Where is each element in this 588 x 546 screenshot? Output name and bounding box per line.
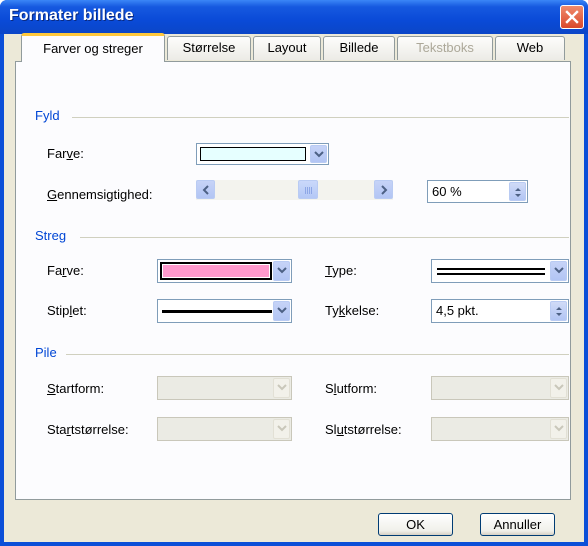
slider-thumb[interactable] xyxy=(298,180,318,199)
window-title: Formater billede xyxy=(9,7,134,24)
dropdown-button xyxy=(273,419,290,439)
chevron-down-icon xyxy=(554,384,564,391)
dropdown-button xyxy=(273,378,290,398)
arrows-section-title: Pile xyxy=(35,345,57,360)
line-color-dropdown[interactable] xyxy=(157,259,292,283)
chevron-down-icon xyxy=(314,151,324,158)
chevron-down-icon xyxy=(554,425,564,432)
dropdown-button[interactable] xyxy=(273,301,290,321)
weight-label: Tykkelse: xyxy=(325,303,380,318)
section-divider xyxy=(72,117,569,118)
chevron-down-icon xyxy=(277,267,287,274)
close-button[interactable] xyxy=(560,5,584,29)
fill-color-label: Farve: xyxy=(47,146,84,161)
dropdown-button[interactable] xyxy=(310,145,327,163)
begin-size-dropdown xyxy=(157,417,292,441)
tab-layout[interactable]: Layout xyxy=(253,36,321,60)
close-icon xyxy=(565,10,579,24)
chevron-down-icon xyxy=(277,384,287,391)
dropdown-button xyxy=(550,419,567,439)
dropdown-button xyxy=(550,378,567,398)
section-divider xyxy=(66,354,569,355)
fill-section-title: Fyld xyxy=(35,108,60,123)
chevron-down-icon xyxy=(554,267,564,274)
chevron-right-icon xyxy=(381,185,388,195)
begin-style-label: Startform: xyxy=(47,381,105,396)
end-size-dropdown xyxy=(431,417,569,441)
tab-label: Farver og streger xyxy=(43,41,143,56)
line-color-label: Farve: xyxy=(47,263,84,278)
title-bar[interactable]: Formater billede xyxy=(0,0,588,34)
dialog-window: Formater billede Farver og streger Størr… xyxy=(0,0,588,546)
transparency-input[interactable]: 60 % xyxy=(427,180,528,203)
tab-billede[interactable]: Billede xyxy=(323,36,395,60)
tab-storrelse[interactable]: Størrelse xyxy=(167,36,251,60)
section-divider xyxy=(80,237,569,238)
tab-label: Layout xyxy=(267,40,307,55)
weight-value: 4,5 pkt. xyxy=(436,303,479,318)
tab-tekstboks: Tekstboks xyxy=(397,36,493,60)
spinner-button[interactable] xyxy=(509,182,526,201)
scroll-right-button[interactable] xyxy=(374,180,393,199)
tab-label: Tekstboks xyxy=(416,40,474,55)
chevron-down-icon xyxy=(277,425,287,432)
end-size-label: Slutstørrelse: xyxy=(325,422,402,437)
tab-label: Størrelse xyxy=(182,40,236,55)
transparency-slider[interactable] xyxy=(196,180,393,200)
tab-label: Web xyxy=(516,40,544,55)
end-style-label: Slutform: xyxy=(325,381,378,396)
up-down-arrows-icon xyxy=(556,307,562,316)
ok-button[interactable]: OK xyxy=(378,513,453,536)
fill-color-swatch xyxy=(200,147,306,161)
dashed-dropdown[interactable] xyxy=(157,299,292,323)
line-section-title: Streg xyxy=(35,228,67,243)
dropdown-button[interactable] xyxy=(273,261,290,281)
scroll-left-button[interactable] xyxy=(196,180,215,199)
begin-style-dropdown xyxy=(157,376,292,400)
tab-web[interactable]: Web xyxy=(495,36,565,60)
line-type-preview xyxy=(437,268,545,275)
spinner-button[interactable] xyxy=(550,301,567,321)
cancel-button[interactable]: Annuller xyxy=(480,513,555,536)
line-color-swatch xyxy=(160,262,272,280)
chevron-down-icon xyxy=(277,307,287,314)
dropdown-button[interactable] xyxy=(550,261,567,281)
up-down-arrows-icon xyxy=(515,188,521,197)
line-type-label: Type: xyxy=(325,263,357,278)
weight-input[interactable]: 4,5 pkt. xyxy=(431,299,569,323)
dash-preview xyxy=(162,310,272,313)
begin-size-label: Startstørrelse: xyxy=(47,422,129,437)
transparency-label: Gennemsigtighed: xyxy=(47,187,153,202)
tab-label: Billede xyxy=(339,40,379,55)
chevron-left-icon xyxy=(202,185,209,195)
line-type-dropdown[interactable] xyxy=(431,259,569,283)
end-style-dropdown xyxy=(431,376,569,400)
transparency-value: 60 % xyxy=(432,184,462,199)
dashed-label: Stiplet: xyxy=(47,303,87,318)
tab-farver-og-streger[interactable]: Farver og streger xyxy=(21,33,165,62)
fill-color-dropdown[interactable] xyxy=(196,143,329,165)
